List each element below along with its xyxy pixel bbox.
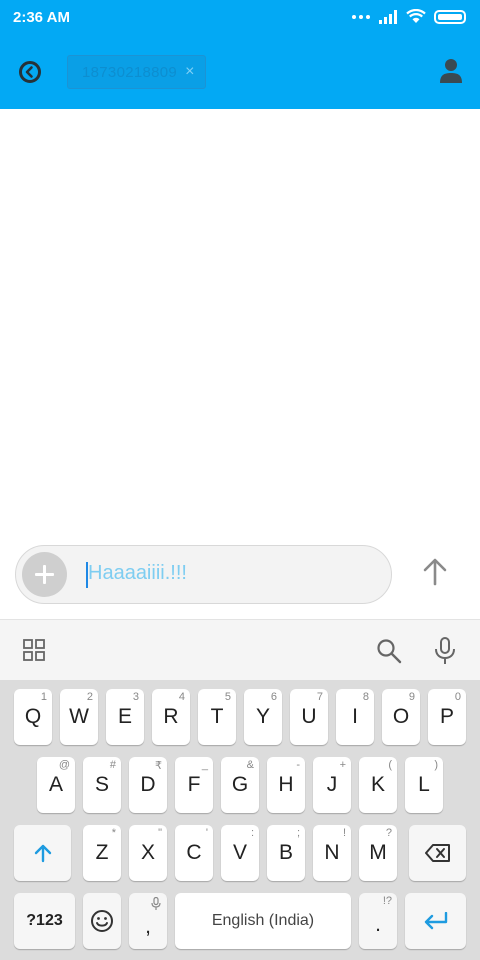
key-i[interactable]: 8I: [336, 689, 374, 745]
app-header: 2:36 AM 18730218809 ×: [0, 0, 480, 109]
voice-mic-small-icon: [151, 897, 161, 910]
compose-bar: Haaaaiiii.!!!: [15, 545, 392, 604]
recipient-chip[interactable]: 18730218809 ×: [67, 55, 206, 89]
status-time: 2:36 AM: [13, 9, 70, 26]
key-j[interactable]: + J: [313, 757, 351, 813]
key-g[interactable]: & G: [221, 757, 259, 813]
contact-person-icon[interactable]: [439, 58, 463, 84]
key-k[interactable]: (K: [359, 757, 397, 813]
smiley-icon: [91, 910, 113, 932]
period-key[interactable]: !?.: [359, 893, 397, 949]
key-m[interactable]: ? M: [359, 825, 397, 881]
search-icon[interactable]: [376, 638, 402, 664]
key-q[interactable]: 1Q: [14, 689, 52, 745]
status-bar: 2:36 AM: [0, 0, 480, 34]
key-t[interactable]: 5T: [198, 689, 236, 745]
enter-arrow-icon: [424, 912, 447, 930]
key-a[interactable]: @ A: [37, 757, 75, 813]
remove-recipient-icon[interactable]: ×: [185, 63, 194, 81]
microphone-icon[interactable]: [434, 637, 456, 665]
key-z[interactable]: * Z: [83, 825, 121, 881]
wifi-icon: [406, 9, 426, 23]
apps-grid-icon[interactable]: [23, 639, 45, 661]
screen: 2:36 AM 18730218809 × Haaaaiiii.!!! 1 Q …: [0, 0, 480, 960]
key-p[interactable]: 0P: [428, 689, 466, 745]
symbols-key[interactable]: ?123: [14, 893, 75, 949]
key-o[interactable]: 9O: [382, 689, 420, 745]
signal-icon: [379, 9, 397, 24]
enter-key[interactable]: [405, 893, 466, 949]
space-key[interactable]: English (India): [175, 893, 351, 949]
key-n[interactable]: ! N: [313, 825, 351, 881]
recipient-number: 18730218809: [82, 63, 178, 81]
notification-dots-icon: [352, 14, 370, 19]
back-button[interactable]: [17, 59, 43, 85]
key-l[interactable]: ) L: [405, 757, 443, 813]
emoji-key[interactable]: [83, 893, 121, 949]
key-v[interactable]: :V: [221, 825, 259, 881]
key-y[interactable]: 6Y: [244, 689, 282, 745]
key-f[interactable]: _ F: [175, 757, 213, 813]
send-button[interactable]: [420, 556, 450, 588]
message-input[interactable]: Haaaaiiii.!!!: [88, 562, 187, 585]
status-icons: [352, 9, 466, 24]
key-b[interactable]: ; B: [267, 825, 305, 881]
keyboard: 1Q 2W 3E 4R 5T 6Y 7U 8I 9O 0P @ A # S ₹ D _…: [0, 680, 480, 960]
keyboard-toolbar: [0, 619, 480, 680]
backspace-icon: [424, 844, 450, 862]
comma-key[interactable]: ,: [129, 893, 167, 949]
shift-arrow-icon: [34, 844, 51, 863]
backspace-key[interactable]: [409, 825, 466, 881]
key-u[interactable]: 7U: [290, 689, 328, 745]
key-e[interactable]: 3E: [106, 689, 144, 745]
shift-key[interactable]: [14, 825, 71, 881]
key-h[interactable]: -H: [267, 757, 305, 813]
key-x[interactable]: " X: [129, 825, 167, 881]
key-r[interactable]: 4R: [152, 689, 190, 745]
battery-icon: [434, 9, 466, 24]
key-d[interactable]: ₹ D: [129, 757, 167, 813]
key-w[interactable]: 2W: [60, 689, 98, 745]
key-s[interactable]: # S: [83, 757, 121, 813]
key-c[interactable]: ' C: [175, 825, 213, 881]
add-attachment-button[interactable]: [22, 552, 67, 597]
